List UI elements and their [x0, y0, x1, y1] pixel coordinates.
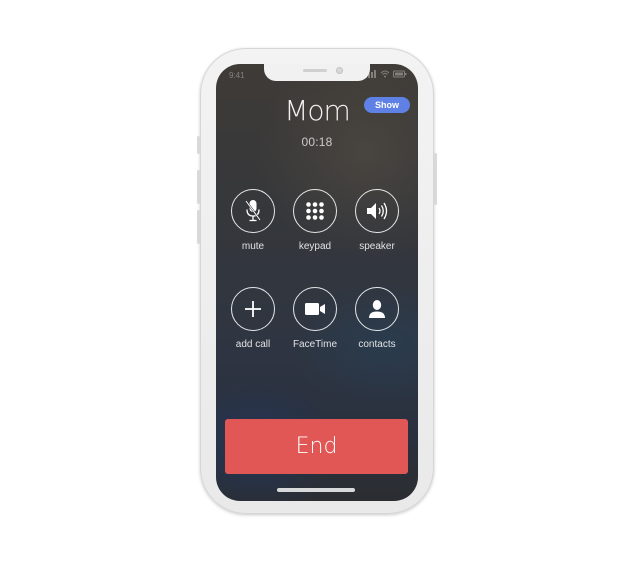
facetime-control[interactable]: FaceTime: [285, 287, 347, 367]
volume-down-button: [197, 210, 200, 244]
video-camera-icon: [305, 303, 325, 315]
mute-button[interactable]: [231, 189, 275, 233]
microphone-muted-icon: [245, 200, 261, 222]
silent-switch: [197, 136, 200, 154]
home-indicator[interactable]: [277, 488, 355, 492]
add-call-label: add call: [235, 339, 271, 350]
status-icons: [365, 70, 407, 78]
speaker-label: speaker: [359, 241, 395, 252]
call-duration: 00:18: [301, 135, 333, 149]
call-screen-mockup: 9:41 Mom Show 00:18 mute keypad speaker …: [0, 0, 634, 566]
speaker-button[interactable]: [355, 189, 399, 233]
contacts-control[interactable]: contacts: [347, 287, 409, 367]
facetime-button[interactable]: [293, 287, 337, 331]
speaker-icon: [367, 202, 388, 220]
end-call-button[interactable]: End: [225, 419, 408, 474]
keypad-control[interactable]: keypad: [285, 189, 347, 269]
battery-icon: [393, 70, 407, 78]
show-button[interactable]: Show: [364, 97, 410, 113]
speaker-control[interactable]: speaker: [347, 189, 409, 269]
mute-label: mute: [241, 241, 265, 252]
add-call-button[interactable]: [231, 287, 275, 331]
volume-up-button: [197, 170, 200, 204]
earpiece-speaker: [303, 69, 327, 72]
plus-icon: [245, 301, 261, 317]
wifi-icon: [380, 70, 390, 78]
keypad-label: keypad: [298, 241, 332, 252]
add-call-control[interactable]: add call: [223, 287, 285, 367]
side-power-button: [434, 153, 437, 205]
phone-screen: 9:41 Mom Show 00:18 mute keypad speaker …: [216, 64, 418, 501]
keypad-button[interactable]: [293, 189, 337, 233]
person-icon: [369, 300, 385, 318]
facetime-label: FaceTime: [292, 339, 338, 350]
status-time: 9:41: [229, 71, 245, 80]
front-camera: [336, 67, 343, 74]
phone-notch: [264, 64, 370, 81]
contacts-button[interactable]: [355, 287, 399, 331]
keypad-icon: [306, 202, 324, 220]
contacts-label: contacts: [358, 339, 396, 350]
mute-control[interactable]: mute: [223, 189, 285, 269]
